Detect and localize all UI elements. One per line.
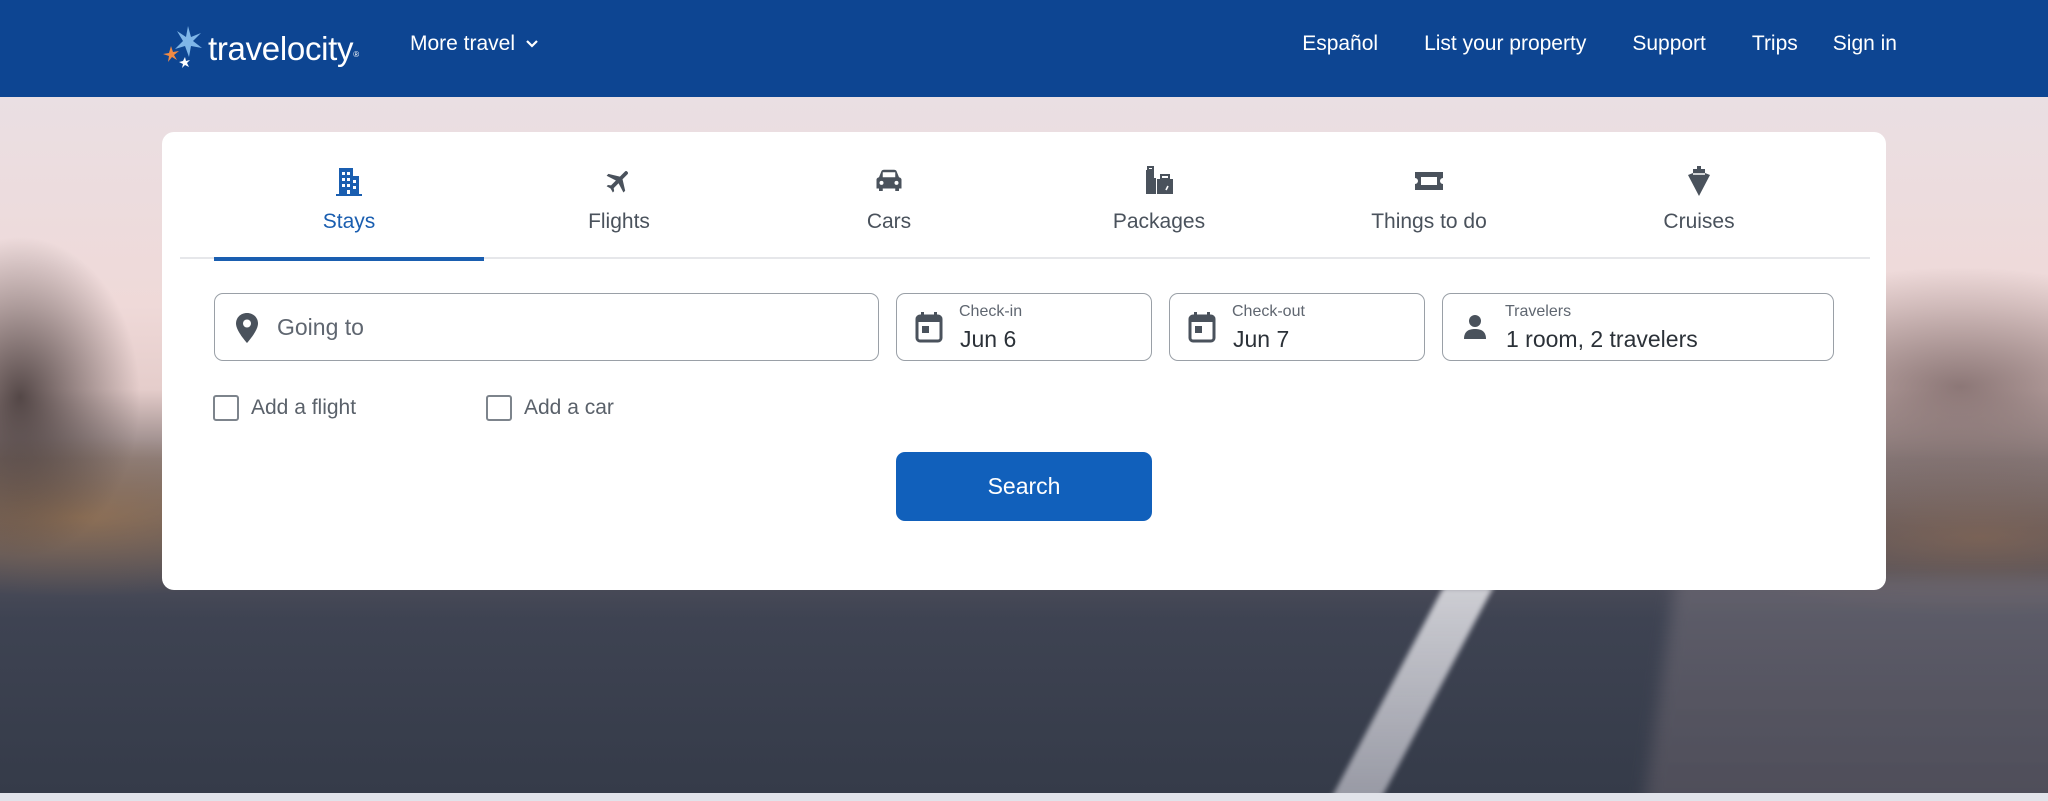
- tab-label: Cruises: [1663, 210, 1735, 233]
- tab-cars[interactable]: Cars: [754, 132, 1024, 259]
- nav-espanol[interactable]: Español: [1302, 32, 1378, 56]
- add-car-checkbox[interactable]: Add a car: [486, 395, 614, 421]
- destination-input[interactable]: Going to: [214, 293, 879, 361]
- tab-label: Flights: [588, 210, 650, 233]
- ticket-icon: [1414, 166, 1444, 196]
- tab-label: Stays: [322, 210, 376, 233]
- travelers-label: Travelers: [1505, 303, 1572, 320]
- travelers-field[interactable]: Travelers 1 room, 2 travelers: [1442, 293, 1834, 361]
- search-button[interactable]: Search: [896, 452, 1152, 521]
- road-lane-line: [1326, 587, 1494, 793]
- header-nav: Español List your property Support Trips…: [1302, 32, 1897, 56]
- add-flight-checkbox[interactable]: Add a flight: [213, 395, 356, 421]
- check-out-value: Jun 7: [1233, 326, 1290, 352]
- tab-label: Things to do: [1371, 210, 1487, 233]
- map-pin-icon: [235, 312, 259, 349]
- search-card: Stays Flights Cars Packages Things to do: [162, 132, 1886, 590]
- tab-label: Packages: [1112, 210, 1206, 233]
- check-out-field[interactable]: Check-out Jun 7: [1169, 293, 1425, 361]
- checkbox-box[interactable]: [486, 395, 512, 421]
- road-shoulder: [1643, 577, 2048, 793]
- more-travel-menu[interactable]: More travel: [410, 32, 539, 56]
- logo-stars-icon: [163, 26, 202, 68]
- calendar-icon: [1188, 311, 1216, 348]
- tab-things-to-do[interactable]: Things to do: [1294, 132, 1564, 259]
- building-icon: [336, 166, 362, 196]
- top-navigation-bar: travelocity ® More travel Español List y…: [0, 0, 2048, 97]
- nav-trips[interactable]: Trips: [1752, 32, 1798, 56]
- tab-cruises[interactable]: Cruises: [1564, 132, 1834, 259]
- chevron-down-icon: [526, 40, 538, 48]
- luggage-icon: [1144, 166, 1174, 196]
- travelocity-logo[interactable]: travelocity ®: [162, 22, 359, 72]
- logo-text: travelocity: [208, 30, 354, 67]
- nav-support[interactable]: Support: [1632, 32, 1706, 56]
- airplane-icon: [604, 166, 634, 196]
- page-bottom-strip: [0, 793, 2048, 801]
- more-travel-label: More travel: [410, 32, 516, 55]
- tab-packages[interactable]: Packages: [1024, 132, 1294, 259]
- person-icon: [1461, 311, 1489, 348]
- logo-registered-mark: ®: [353, 49, 360, 59]
- destination-placeholder: Going to: [277, 314, 364, 340]
- check-in-label: Check-in: [959, 303, 1023, 320]
- tab-label: Cars: [866, 210, 912, 233]
- travelers-value: 1 room, 2 travelers: [1506, 326, 1698, 352]
- add-car-label: Add a car: [524, 396, 614, 419]
- check-in-value: Jun 6: [960, 326, 1017, 352]
- nav-sign-in[interactable]: Sign in: [1833, 32, 1897, 56]
- product-tabs: Stays Flights Cars Packages Things to do: [180, 132, 1870, 261]
- car-icon: [874, 166, 904, 196]
- check-in-field[interactable]: Check-in Jun 6: [896, 293, 1152, 361]
- tab-flights[interactable]: Flights: [484, 132, 754, 259]
- tab-stays[interactable]: Stays: [214, 132, 484, 261]
- add-flight-label: Add a flight: [251, 396, 357, 419]
- calendar-icon: [915, 311, 943, 348]
- check-out-label: Check-out: [1232, 303, 1305, 320]
- ship-icon: [1686, 166, 1712, 196]
- checkbox-box[interactable]: [213, 395, 239, 421]
- nav-list-property[interactable]: List your property: [1424, 32, 1586, 56]
